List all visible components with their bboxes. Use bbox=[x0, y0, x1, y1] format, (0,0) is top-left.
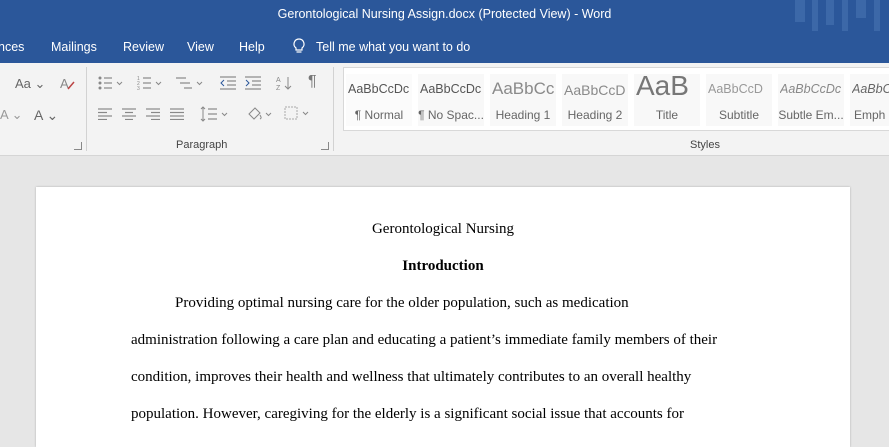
svg-text:Z: Z bbox=[276, 85, 281, 91]
align-left-icon[interactable] bbox=[98, 108, 112, 120]
shading-icon[interactable] bbox=[246, 106, 274, 122]
tab-view[interactable]: View bbox=[187, 40, 214, 54]
style-name: Subtitle bbox=[718, 108, 760, 122]
document-canvas[interactable]: Gerontological Nursing Introduction Prov… bbox=[0, 156, 889, 447]
style-heading-1[interactable]: AaBbCc Heading 1 bbox=[490, 74, 556, 126]
line-spacing-icon[interactable] bbox=[200, 106, 230, 122]
title-decoration bbox=[812, 0, 818, 31]
numbering-icon[interactable]: 123 bbox=[137, 76, 163, 90]
style-title[interactable]: AaB Title bbox=[634, 70, 700, 126]
body-line: condition, improves their health and wel… bbox=[131, 369, 692, 385]
document-heading: Introduction bbox=[402, 258, 484, 274]
style-preview: AaBbCcDc bbox=[420, 82, 482, 96]
title-decoration bbox=[826, 0, 834, 25]
title-decoration bbox=[842, 0, 848, 31]
align-right-icon[interactable] bbox=[146, 108, 160, 120]
style-preview: AaBbCcDc bbox=[780, 82, 842, 96]
sort-icon[interactable]: AZ bbox=[276, 75, 292, 91]
body-line: Providing optimal nursing care for the o… bbox=[175, 295, 629, 311]
style-heading-2[interactable]: AaBbCcD Heading 2 bbox=[562, 74, 628, 126]
change-case-label: Aa bbox=[15, 76, 31, 91]
styles-gallery: AaBbCcDc ¶ Normal AaBbCcDc ¶ No Spac... … bbox=[343, 67, 889, 131]
body-line: administration following a care plan and… bbox=[131, 332, 718, 348]
style-name: Subtle Em... bbox=[778, 108, 844, 122]
lightbulb-icon bbox=[293, 38, 305, 53]
tab-help[interactable]: Help bbox=[239, 40, 265, 54]
style-preview: AaB bbox=[636, 70, 689, 101]
svg-text:A: A bbox=[60, 76, 69, 91]
title-decoration bbox=[874, 0, 880, 31]
title-bar: Gerontological Nursing Assign.docx (Prot… bbox=[0, 0, 889, 31]
align-center-icon[interactable] bbox=[122, 108, 136, 120]
multilevel-list-icon[interactable] bbox=[176, 76, 204, 90]
style-preview: AaBbCc bbox=[492, 79, 555, 98]
window-title: Gerontological Nursing Assign.docx (Prot… bbox=[277, 7, 612, 21]
paragraph-dialog-launcher[interactable] bbox=[321, 142, 329, 150]
clear-formatting-icon[interactable]: A bbox=[60, 75, 76, 91]
tab-references[interactable]: nces bbox=[0, 40, 24, 54]
tab-review[interactable]: Review bbox=[123, 40, 164, 54]
style-emphasis[interactable]: AaBbCcDc Emph bbox=[850, 74, 889, 126]
ribbon-tab-bar: nces Mailings Review View Help Tell me w… bbox=[0, 31, 889, 63]
styles-group-label: Styles bbox=[690, 139, 720, 151]
font-color-button[interactable]: A ⌄ bbox=[34, 107, 58, 124]
style-name: Emph bbox=[854, 108, 886, 122]
style-subtle-emphasis[interactable]: AaBbCcDc Subtle Em... bbox=[778, 74, 844, 126]
title-decoration bbox=[856, 0, 866, 18]
tell-me-box[interactable]: Tell me what you want to do bbox=[292, 38, 470, 55]
text-effects-icon[interactable]: A ⌄ bbox=[0, 107, 22, 123]
style-name: Heading 2 bbox=[567, 108, 623, 122]
borders-icon[interactable] bbox=[284, 106, 312, 122]
bullets-icon[interactable] bbox=[98, 76, 124, 90]
style-subtitle[interactable]: AaBbCcD Subtitle bbox=[706, 74, 772, 126]
style-preview: AaBbCcD bbox=[708, 82, 763, 96]
group-separator bbox=[86, 67, 87, 151]
paragraph-group-label: Paragraph bbox=[176, 139, 228, 151]
svg-text:3: 3 bbox=[137, 86, 140, 90]
style-name: Heading 1 bbox=[495, 108, 551, 122]
document-page[interactable]: Gerontological Nursing Introduction Prov… bbox=[36, 187, 850, 447]
style-name: ¶ Normal bbox=[354, 108, 404, 122]
ribbon: Aa ⌄ A A ⌄ A ⌄ 123 AZ ¶ Paragraph AaBbCc… bbox=[0, 63, 889, 156]
title-decoration bbox=[795, 0, 805, 22]
show-formatting-marks-icon[interactable]: ¶ bbox=[308, 73, 317, 91]
justify-icon[interactable] bbox=[170, 108, 184, 120]
change-case-button[interactable]: Aa ⌄ bbox=[15, 76, 45, 92]
document-title: Gerontological Nursing bbox=[371, 221, 515, 237]
increase-indent-icon[interactable] bbox=[245, 76, 261, 90]
style-no-spacing[interactable]: AaBbCcDc ¶ No Spac... bbox=[418, 74, 484, 126]
svg-text:A: A bbox=[276, 77, 281, 84]
group-separator bbox=[333, 67, 334, 151]
font-color-label: A bbox=[34, 107, 43, 123]
tab-mailings[interactable]: Mailings bbox=[51, 40, 97, 54]
style-preview: AaBbCcDc bbox=[348, 82, 410, 96]
style-name: ¶ No Spac... bbox=[418, 108, 484, 122]
style-normal[interactable]: AaBbCcDc ¶ Normal bbox=[346, 74, 412, 126]
body-line: population. However, caregiving for the … bbox=[131, 406, 684, 422]
font-dialog-launcher[interactable] bbox=[74, 142, 82, 150]
style-preview: AaBbCcD bbox=[564, 82, 626, 98]
tell-me-text: Tell me what you want to do bbox=[316, 39, 471, 54]
decrease-indent-icon[interactable] bbox=[220, 76, 236, 90]
style-preview: AaBbCcDc bbox=[852, 82, 889, 96]
style-name: Title bbox=[655, 108, 679, 122]
